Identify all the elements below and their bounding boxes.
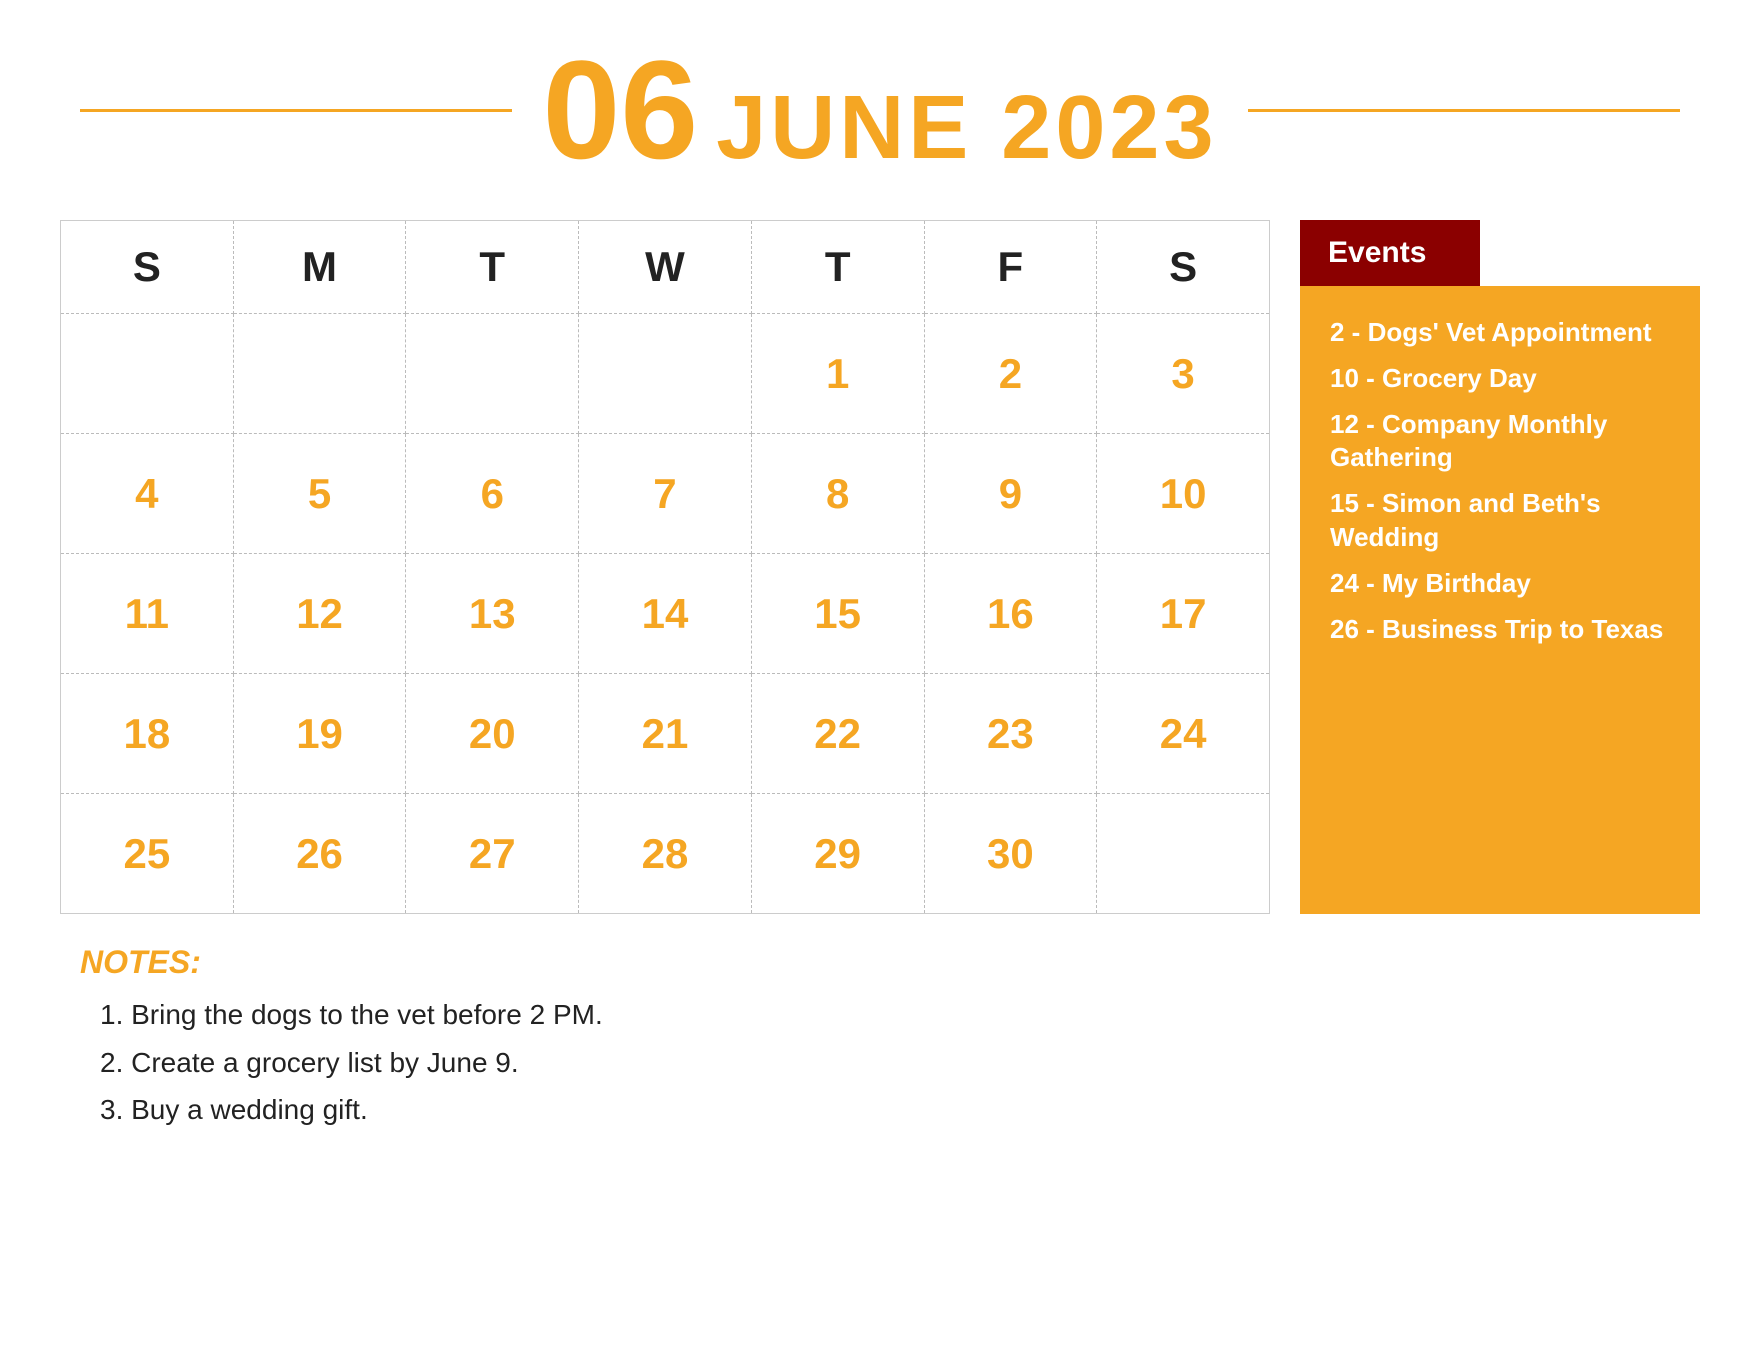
main-layout: S M T W T F S 12345678910111213141516171… bbox=[0, 210, 1760, 914]
calendar-cell[interactable]: 29 bbox=[751, 794, 924, 914]
calendar-cell[interactable]: 13 bbox=[406, 554, 579, 674]
calendar-cell[interactable]: 28 bbox=[579, 794, 752, 914]
month-number: 06 bbox=[542, 40, 698, 180]
calendar-cell[interactable]: 17 bbox=[1097, 554, 1270, 674]
calendar-cell[interactable]: 19 bbox=[233, 674, 406, 794]
notes-section: NOTES: 1. Bring the dogs to the vet befo… bbox=[0, 914, 1760, 1154]
notes-list: 1. Bring the dogs to the vet before 2 PM… bbox=[80, 991, 1680, 1134]
event-item: 15 - Simon and Beth's Wedding bbox=[1330, 487, 1670, 555]
calendar-header-row: S M T W T F S bbox=[61, 221, 1270, 314]
event-item: 24 - My Birthday bbox=[1330, 567, 1670, 601]
events-body: 2 - Dogs' Vet Appointment 10 - Grocery Da… bbox=[1300, 286, 1700, 914]
calendar-cell[interactable]: 1 bbox=[751, 314, 924, 434]
day-header-tue: T bbox=[406, 221, 579, 314]
calendar-cell[interactable]: 15 bbox=[751, 554, 924, 674]
calendar-cell[interactable]: 21 bbox=[579, 674, 752, 794]
month-text: JUNE 2023 bbox=[716, 77, 1217, 180]
calendar-row: 18192021222324 bbox=[61, 674, 1270, 794]
event-item: 12 - Company Monthly Gathering bbox=[1330, 408, 1670, 476]
calendar-cell[interactable]: 3 bbox=[1097, 314, 1270, 434]
day-header-sat: S bbox=[1097, 221, 1270, 314]
calendar-cell[interactable]: 2 bbox=[924, 314, 1097, 434]
events-header: Events bbox=[1300, 220, 1480, 286]
note-item: 1. Bring the dogs to the vet before 2 PM… bbox=[100, 991, 1680, 1039]
calendar-cell[interactable]: 20 bbox=[406, 674, 579, 794]
calendar-cell[interactable]: 14 bbox=[579, 554, 752, 674]
calendar-cell[interactable]: 8 bbox=[751, 434, 924, 554]
event-item: 2 - Dogs' Vet Appointment bbox=[1330, 316, 1670, 350]
day-header-wed: W bbox=[579, 221, 752, 314]
calendar-cell[interactable] bbox=[579, 314, 752, 434]
note-item: 3. Buy a wedding gift. bbox=[100, 1086, 1680, 1134]
calendar-table: S M T W T F S 12345678910111213141516171… bbox=[60, 220, 1270, 914]
day-header-sun: S bbox=[61, 221, 234, 314]
calendar-cell[interactable]: 9 bbox=[924, 434, 1097, 554]
calendar-row: 252627282930 bbox=[61, 794, 1270, 914]
day-header-fri: F bbox=[924, 221, 1097, 314]
calendar-header: 06 JUNE 2023 bbox=[0, 0, 1760, 210]
calendar-cell[interactable]: 27 bbox=[406, 794, 579, 914]
header-title: 06 JUNE 2023 bbox=[542, 40, 1217, 180]
calendar-cell[interactable] bbox=[406, 314, 579, 434]
events-panel: Events 2 - Dogs' Vet Appointment 10 - Gro… bbox=[1300, 220, 1700, 914]
calendar-row: 45678910 bbox=[61, 434, 1270, 554]
event-item: 26 - Business Trip to Texas bbox=[1330, 613, 1670, 647]
calendar-cell[interactable] bbox=[61, 314, 234, 434]
event-item: 10 - Grocery Day bbox=[1330, 362, 1670, 396]
calendar-cell[interactable]: 26 bbox=[233, 794, 406, 914]
notes-title: NOTES: bbox=[80, 944, 1680, 981]
header-line-right bbox=[1248, 109, 1680, 112]
calendar-cell[interactable]: 22 bbox=[751, 674, 924, 794]
note-item: 2. Create a grocery list by June 9. bbox=[100, 1039, 1680, 1087]
calendar-cell[interactable]: 6 bbox=[406, 434, 579, 554]
calendar-cell[interactable]: 12 bbox=[233, 554, 406, 674]
day-header-mon: M bbox=[233, 221, 406, 314]
day-header-thu: T bbox=[751, 221, 924, 314]
calendar-cell[interactable]: 25 bbox=[61, 794, 234, 914]
calendar-cell[interactable]: 11 bbox=[61, 554, 234, 674]
calendar-cell[interactable]: 7 bbox=[579, 434, 752, 554]
calendar-cell[interactable]: 30 bbox=[924, 794, 1097, 914]
calendar-cell[interactable] bbox=[233, 314, 406, 434]
calendar-cell[interactable]: 10 bbox=[1097, 434, 1270, 554]
calendar-cell[interactable]: 23 bbox=[924, 674, 1097, 794]
calendar-section: S M T W T F S 12345678910111213141516171… bbox=[60, 220, 1270, 914]
calendar-cell[interactable] bbox=[1097, 794, 1270, 914]
calendar-body: 1234567891011121314151617181920212223242… bbox=[61, 314, 1270, 914]
calendar-row: 123 bbox=[61, 314, 1270, 434]
calendar-cell[interactable]: 16 bbox=[924, 554, 1097, 674]
calendar-cell[interactable]: 18 bbox=[61, 674, 234, 794]
calendar-row: 11121314151617 bbox=[61, 554, 1270, 674]
calendar-cell[interactable]: 5 bbox=[233, 434, 406, 554]
header-line-left bbox=[80, 109, 512, 112]
calendar-cell[interactable]: 24 bbox=[1097, 674, 1270, 794]
calendar-cell[interactable]: 4 bbox=[61, 434, 234, 554]
